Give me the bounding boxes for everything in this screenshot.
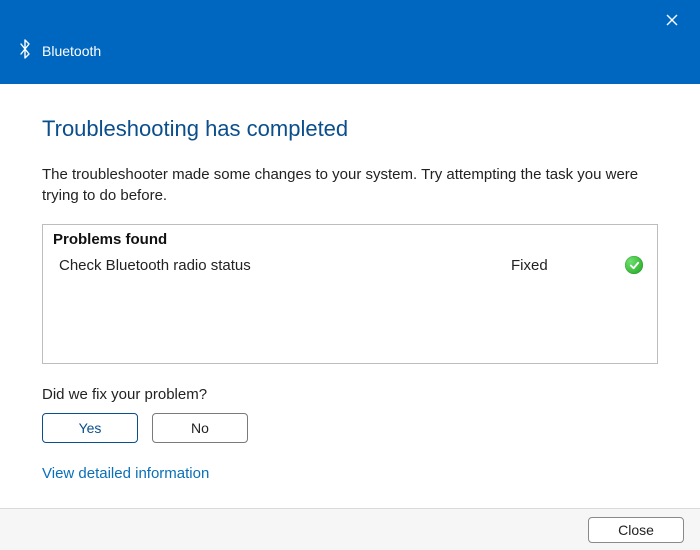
problem-row: Check Bluetooth radio status Fixed [53,254,647,276]
feedback-buttons: Yes No [42,413,658,443]
problems-found-header: Problems found [53,231,647,248]
footer-bar: Close [0,508,700,550]
no-button[interactable]: No [152,413,248,443]
titlebar: Bluetooth [0,0,700,84]
feedback-section: Did we fix your problem? Yes No [42,386,658,443]
check-icon [625,256,643,274]
problem-status: Fixed [511,257,621,274]
feedback-question: Did we fix your problem? [42,386,658,403]
problem-label: Check Bluetooth radio status [59,257,511,274]
status-fixed-icon [621,256,643,274]
yes-button[interactable]: Yes [42,413,138,443]
view-detailed-information-link[interactable]: View detailed information [42,465,209,482]
description-text: The troubleshooter made some changes to … [42,164,658,206]
title-row: Bluetooth [18,39,101,62]
content-area: Troubleshooting has completed The troubl… [0,84,700,483]
page-title: Troubleshooting has completed [42,116,658,142]
close-icon[interactable] [654,6,690,34]
bluetooth-icon [18,39,32,62]
close-button[interactable]: Close [588,517,684,543]
problems-found-box: Problems found Check Bluetooth radio sta… [42,224,658,364]
app-title: Bluetooth [42,43,101,59]
